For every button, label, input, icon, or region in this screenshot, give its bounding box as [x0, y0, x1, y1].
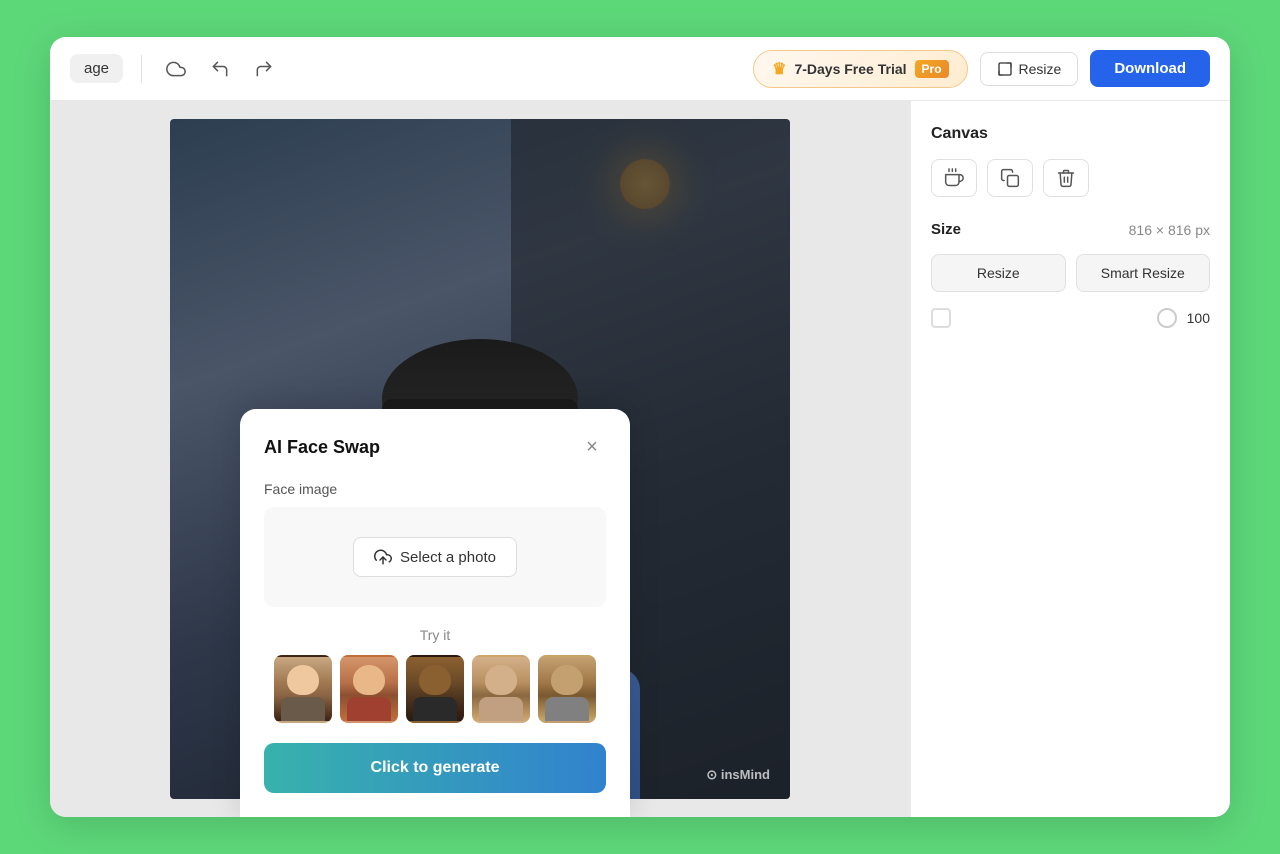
photo-upload-area[interactable]: Select a photo [264, 507, 606, 607]
opacity-value: 100 [1187, 310, 1210, 326]
trial-badge[interactable]: ♛ 7-Days Free Trial Pro [753, 50, 967, 88]
sample-face-5[interactable] [538, 655, 596, 723]
canvas-actions [931, 159, 1210, 197]
resize-options: Resize Smart Resize [931, 254, 1210, 292]
redo-button[interactable] [248, 53, 280, 85]
modal-title: AI Face Swap [264, 437, 380, 458]
resize-button[interactable]: Resize [980, 52, 1079, 86]
checkbox[interactable] [931, 308, 951, 328]
sample-face-2[interactable] [340, 655, 398, 723]
sample-faces [264, 655, 606, 723]
canvas-action-pin[interactable] [931, 159, 977, 197]
canvas-action-duplicate[interactable] [987, 159, 1033, 197]
canvas-action-delete[interactable] [1043, 159, 1089, 197]
crown-icon: ♛ [772, 59, 786, 79]
select-photo-label: Select a photo [400, 549, 496, 566]
sample-face-1[interactable] [274, 655, 332, 723]
right-panel: Canvas [910, 101, 1230, 817]
save-cloud-button[interactable] [160, 53, 192, 85]
watermark: ⊙ insMind [706, 767, 770, 783]
select-photo-button[interactable]: Select a photo [353, 537, 517, 577]
resize-option-button[interactable]: Resize [931, 254, 1066, 292]
toolbar-divider [141, 55, 142, 83]
toolbar: age ♛ 7-Days Free Trial Pro [50, 37, 1230, 101]
opacity-circle [1157, 308, 1177, 328]
page-label: age [70, 54, 123, 83]
smart-resize-button[interactable]: Smart Resize [1076, 254, 1211, 292]
trial-text: 7-Days Free Trial [794, 61, 906, 77]
canvas-area: ⊙ insMind AI Face Swap × Face image [50, 101, 910, 817]
modal-close-button[interactable]: × [578, 433, 606, 461]
download-button[interactable]: Download [1090, 50, 1210, 87]
sample-face-3[interactable] [406, 655, 464, 723]
modal-header: AI Face Swap × [264, 433, 606, 461]
size-value: 816 × 816 px [1129, 222, 1210, 238]
size-label: Size [931, 221, 961, 238]
upload-icon [374, 548, 392, 566]
main-content: ⊙ insMind AI Face Swap × Face image [50, 101, 1230, 817]
canvas-section-title: Canvas [931, 125, 1210, 143]
pro-label: Pro [915, 60, 949, 78]
opacity-control: 100 [931, 308, 1210, 328]
face-image-label: Face image [264, 481, 606, 497]
generate-button[interactable]: Click to generate [264, 743, 606, 793]
try-it-label: Try it [264, 627, 606, 643]
size-row: Size 816 × 816 px [931, 221, 1210, 238]
ai-face-swap-modal: AI Face Swap × Face image Select a photo [240, 409, 630, 817]
sample-face-4[interactable] [472, 655, 530, 723]
undo-button[interactable] [204, 53, 236, 85]
